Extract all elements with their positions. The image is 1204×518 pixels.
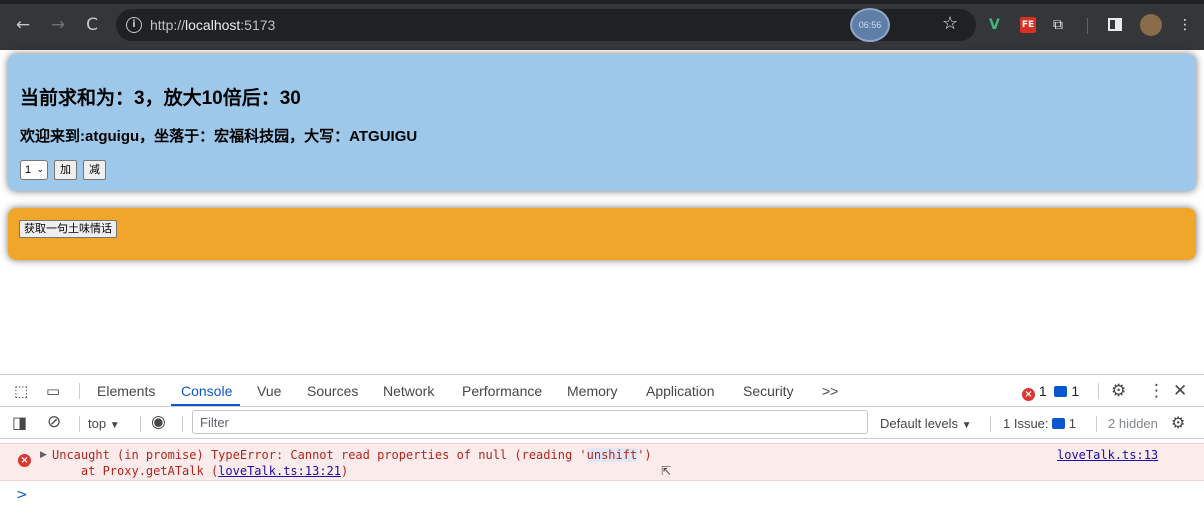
devtools-panel: ⬚ ▭ Elements Console Vue Sources Network… bbox=[0, 374, 1204, 518]
toolbar-divider bbox=[1087, 18, 1088, 34]
sum-card: 当前求和为：3，放大10倍后：30 欢迎来到:atguigu，坐落于：宏福科技园… bbox=[8, 54, 1196, 191]
filter-divider bbox=[182, 416, 183, 432]
console-error-message[interactable]: × ▶ Uncaught (in promise) TypeError: Can… bbox=[0, 443, 1204, 481]
school-info: 欢迎来到:atguigu，坐落于：宏福科技园，大写：ATGUIGU bbox=[20, 128, 418, 145]
site-info-icon[interactable]: i bbox=[126, 17, 142, 33]
sum-title: 当前求和为：3，放大10倍后：30 bbox=[20, 88, 301, 109]
more-options-icon[interactable]: ⋮ bbox=[1148, 381, 1165, 401]
tab-elements[interactable]: Elements bbox=[97, 383, 155, 399]
add-button[interactable]: 加 bbox=[54, 160, 77, 180]
log-levels-dropdown[interactable]: Default levels ▼ bbox=[880, 416, 972, 431]
filter-placeholder: Filter bbox=[200, 415, 229, 430]
issue-flag-icon bbox=[1052, 418, 1066, 429]
filter-divider bbox=[1096, 416, 1097, 432]
issue-counter[interactable]: × 1 1 bbox=[1022, 383, 1079, 401]
recording-timer: 06:56 bbox=[850, 8, 890, 42]
side-panel-icon[interactable] bbox=[1108, 18, 1122, 31]
devtools-tab-bar: ⬚ ▭ Elements Console Vue Sources Network… bbox=[0, 375, 1204, 407]
error-icon: × bbox=[18, 449, 31, 467]
close-icon[interactable]: ✕ bbox=[1173, 381, 1187, 401]
device-toolbar-icon[interactable]: ▭ bbox=[46, 382, 60, 400]
console-settings-gear-icon[interactable]: ⚙ bbox=[1171, 413, 1185, 432]
filter-divider bbox=[79, 416, 80, 432]
tab-security[interactable]: Security bbox=[743, 383, 794, 399]
browser-toolbar: ← → C i http://localhost:5173 06:56 ☆ V … bbox=[0, 0, 1204, 50]
error-icon: × bbox=[1022, 388, 1035, 401]
sum-controls: 1 ⌄ 加 减 bbox=[20, 160, 106, 182]
forward-icon[interactable]: → bbox=[47, 14, 69, 36]
step-select[interactable]: 1 ⌄ bbox=[20, 160, 48, 180]
get-love-talk-button[interactable]: 获取一句土味情话 bbox=[19, 220, 117, 238]
love-talk-card: 获取一句土味情话 bbox=[8, 208, 1196, 260]
minus-button[interactable]: 减 bbox=[83, 160, 106, 180]
error-source-link[interactable]: loveTalk.ts:13 bbox=[1057, 448, 1158, 462]
tab-application[interactable]: Application bbox=[646, 383, 715, 399]
context-selector[interactable]: top ▼ bbox=[88, 416, 120, 431]
chevron-down-icon: ⌄ bbox=[36, 165, 44, 175]
back-icon[interactable]: ← bbox=[12, 14, 34, 36]
filter-input[interactable]: Filter bbox=[192, 410, 868, 434]
issues-count: 1 bbox=[1068, 416, 1077, 431]
hidden-messages-count: 2 hidden bbox=[1108, 416, 1158, 431]
error-line-1: Uncaught (in promise) TypeError: Cannot … bbox=[52, 448, 652, 462]
issues-link[interactable]: 1 Issue: 1 bbox=[1003, 416, 1076, 431]
tab-divider bbox=[79, 383, 80, 399]
error-line-2: at Proxy.getATalk (loveTalk.ts:13:21) bbox=[52, 464, 349, 478]
reload-icon[interactable]: C bbox=[81, 14, 103, 36]
tab-network[interactable]: Network bbox=[383, 383, 434, 399]
step-select-value: 1 bbox=[25, 164, 32, 176]
more-tabs-button[interactable]: >> bbox=[822, 383, 838, 399]
extensions-puzzle-icon[interactable]: ⧉ bbox=[1053, 14, 1063, 36]
tab-performance[interactable]: Performance bbox=[462, 383, 542, 399]
sidebar-toggle-icon[interactable]: ◨ bbox=[12, 413, 27, 432]
browser-menu-icon[interactable]: ⋮ bbox=[1178, 14, 1192, 36]
tab-vue[interactable]: Vue bbox=[257, 383, 281, 399]
log-levels-label: Default levels bbox=[880, 416, 959, 431]
settings-gear-icon[interactable]: ⚙ bbox=[1111, 381, 1126, 401]
url-text[interactable]: http://localhost:5173 bbox=[150, 17, 275, 33]
message-count: 1 bbox=[1071, 383, 1080, 399]
inspect-element-icon[interactable]: ⬚ bbox=[14, 382, 28, 400]
vue-devtools-extension-icon[interactable]: V bbox=[989, 14, 1000, 36]
bookmark-star-icon[interactable]: ☆ bbox=[942, 13, 958, 34]
tab-sources[interactable]: Sources bbox=[307, 383, 358, 399]
tab-divider bbox=[1098, 383, 1099, 399]
message-icon bbox=[1054, 386, 1068, 397]
stack-trace-link[interactable]: loveTalk.ts:13:21 bbox=[218, 464, 341, 478]
console-filter-bar: ◨ ⊘ top ▼ ◉ Filter Default levels ▼ 1 Is… bbox=[0, 408, 1204, 439]
address-bar[interactable]: i http://localhost:5173 06:56 ☆ bbox=[116, 8, 976, 42]
expand-triangle-icon[interactable]: ▶ bbox=[40, 450, 47, 460]
mouse-cursor-icon: ⇱ bbox=[661, 464, 672, 478]
error-count: 1 bbox=[1038, 383, 1047, 399]
clear-console-icon[interactable]: ⊘ bbox=[47, 412, 61, 432]
filter-divider bbox=[990, 416, 991, 432]
tab-strip-edge bbox=[0, 0, 1204, 4]
console-prompt[interactable]: > bbox=[16, 487, 28, 503]
live-expression-eye-icon[interactable]: ◉ bbox=[151, 412, 166, 432]
fe-extension-icon[interactable]: FE bbox=[1020, 17, 1036, 33]
tab-memory[interactable]: Memory bbox=[567, 383, 618, 399]
issues-label: 1 Issue: bbox=[1003, 416, 1049, 431]
filter-divider bbox=[140, 416, 141, 432]
context-label: top bbox=[88, 416, 107, 431]
active-tab-indicator bbox=[171, 404, 240, 406]
profile-avatar[interactable] bbox=[1140, 14, 1162, 36]
tab-console[interactable]: Console bbox=[181, 383, 232, 399]
